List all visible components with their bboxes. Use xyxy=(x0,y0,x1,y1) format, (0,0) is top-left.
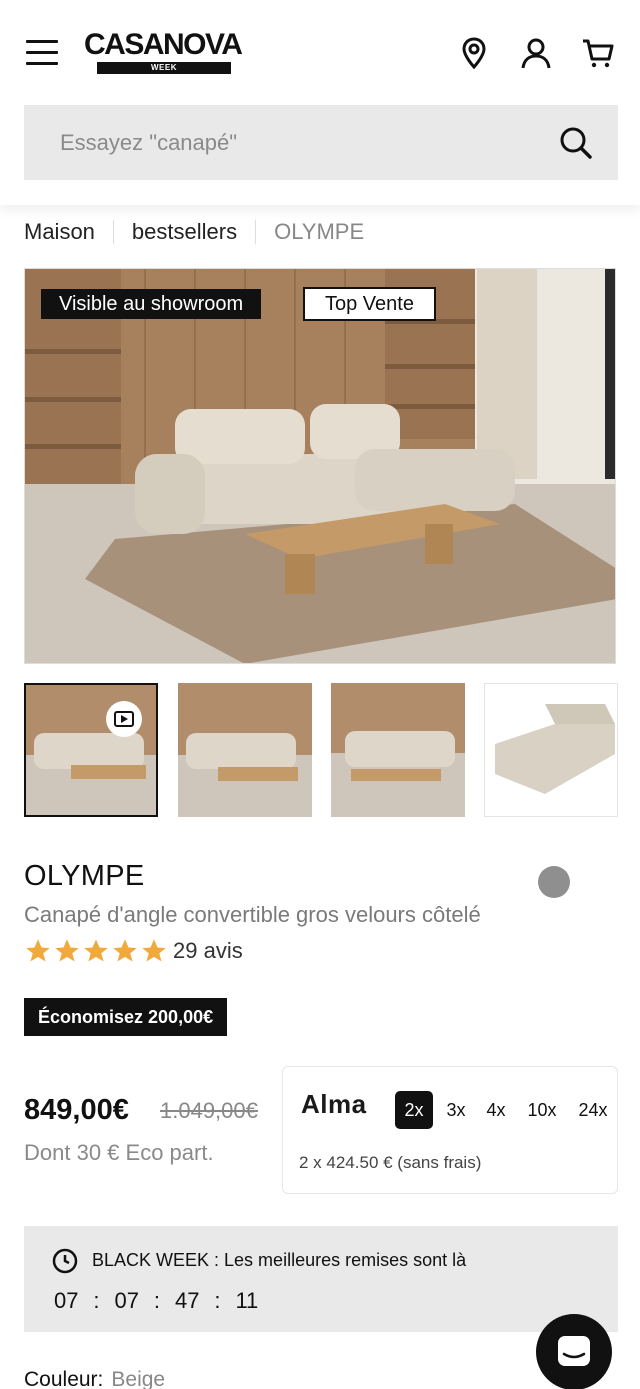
menu-icon[interactable] xyxy=(26,40,58,66)
color-swatch[interactable] xyxy=(538,866,570,898)
color-selector: Couleur: Beige xyxy=(24,1368,165,1389)
breadcrumb-current: OLYMPE xyxy=(274,219,365,244)
color-value: Beige xyxy=(111,1368,166,1389)
location-pin-icon[interactable] xyxy=(456,35,492,71)
product-title: OLYMPE xyxy=(24,860,145,892)
eco-participation: Dont 30 € Eco part. xyxy=(24,1140,214,1165)
sofa-photo xyxy=(25,269,615,663)
thumbnail-3[interactable] xyxy=(331,683,465,817)
breadcrumb-divider xyxy=(112,220,114,244)
logo-sub: WEEK xyxy=(97,62,231,74)
alma-option-3x[interactable]: 3x xyxy=(441,1091,471,1129)
alma-option-2x[interactable]: 2x xyxy=(395,1091,433,1129)
countdown-hours: 07 xyxy=(54,1288,79,1313)
chat-icon xyxy=(558,1336,590,1366)
breadcrumb-maison[interactable]: Maison xyxy=(24,219,95,245)
logo-text: CASANOVA xyxy=(84,28,243,61)
alma-payment-widget: Alma 2x 3x 4x 10x 24x 2 x 424.50 € (sans… xyxy=(282,1066,618,1194)
countdown-minutes: 07 xyxy=(114,1288,139,1313)
star-icon xyxy=(84,939,108,962)
current-price: 849,00€ xyxy=(24,1094,129,1126)
countdown-text: BLACK WEEK : Les meilleures remises sont… xyxy=(92,1250,467,1270)
breadcrumb: Maison bestsellers OLYMPE xyxy=(24,218,364,246)
thumbnail-1[interactable] xyxy=(24,683,158,817)
thumbnail-2[interactable] xyxy=(178,683,312,817)
thumbnail-strip xyxy=(24,683,618,817)
black-week-countdown: BLACK WEEK : Les meilleures remises sont… xyxy=(24,1226,618,1332)
color-label: Couleur: xyxy=(24,1368,104,1389)
alma-option-4x[interactable]: 4x xyxy=(481,1091,511,1129)
star-icon xyxy=(113,939,137,962)
search-icon[interactable] xyxy=(558,125,594,161)
search-input[interactable] xyxy=(60,105,520,180)
alma-option-10x[interactable]: 10x xyxy=(523,1091,561,1129)
reviews-count[interactable]: 29 avis xyxy=(173,938,243,964)
thumbnail-image xyxy=(26,685,156,815)
product-main-image[interactable]: Visible au showroom Top Vente xyxy=(24,268,616,664)
chat-button[interactable] xyxy=(536,1314,612,1389)
countdown-separator: : xyxy=(153,1288,161,1313)
star-icon xyxy=(142,939,166,962)
product-rating[interactable]: 29 avis xyxy=(24,936,243,966)
site-logo[interactable]: CASANOVA WEEK xyxy=(84,30,246,76)
star-icon xyxy=(55,939,79,962)
breadcrumb-divider xyxy=(255,220,257,244)
alma-logo: Alma xyxy=(301,1089,367,1119)
alma-option-24x[interactable]: 24x xyxy=(573,1091,613,1129)
thumbnail-4[interactable] xyxy=(484,683,618,817)
countdown-separator: : xyxy=(214,1288,221,1313)
search-bar xyxy=(24,105,618,180)
site-header: CASANOVA WEEK xyxy=(0,0,640,205)
thumbnail-image xyxy=(485,684,617,816)
video-play-icon[interactable] xyxy=(106,701,142,737)
countdown-timer: 07 : 07 : 47 : 11 xyxy=(54,1288,258,1314)
top-sale-badge: Top Vente xyxy=(303,287,436,321)
clock-icon xyxy=(52,1248,78,1274)
rating-stars xyxy=(24,937,169,965)
savings-badge: Économisez 200,00€ xyxy=(24,998,228,1036)
countdown-frames: 11 xyxy=(235,1288,259,1313)
product-subtitle: Canapé d'angle convertible gros velours … xyxy=(24,902,481,927)
alma-installment-note: 2 x 424.50 € (sans frais) xyxy=(299,1153,482,1172)
cart-icon[interactable] xyxy=(580,35,616,71)
countdown-seconds: 47 xyxy=(174,1288,200,1313)
star-icon xyxy=(26,939,50,962)
countdown-separator: : xyxy=(93,1288,100,1313)
thumbnail-image xyxy=(331,683,465,817)
old-price: 1.049,00€ xyxy=(160,1098,258,1123)
breadcrumb-bestsellers[interactable]: bestsellers xyxy=(132,219,237,245)
thumbnail-image xyxy=(178,683,312,817)
showroom-badge: Visible au showroom xyxy=(41,289,262,319)
user-icon[interactable] xyxy=(518,35,554,71)
